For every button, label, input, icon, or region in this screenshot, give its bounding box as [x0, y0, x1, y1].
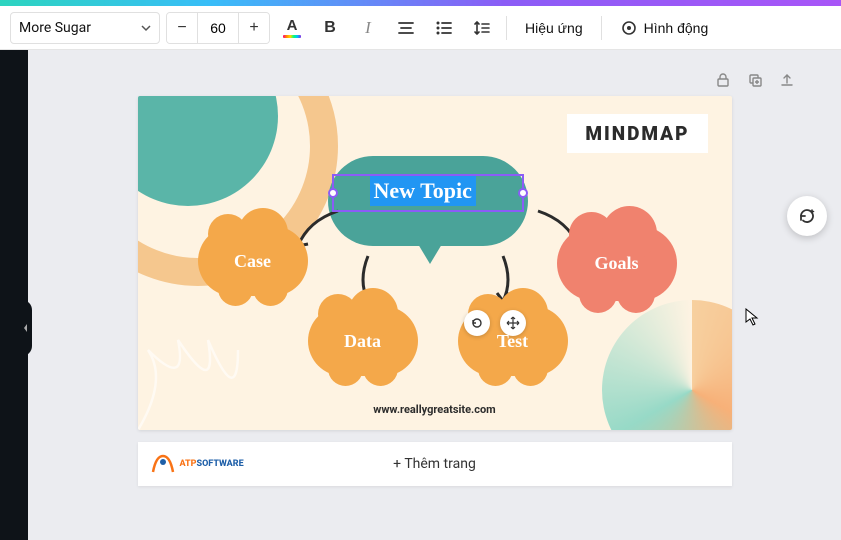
node-case[interactable]: Case	[198, 226, 308, 296]
animate-icon	[620, 19, 638, 37]
selection-handle-left[interactable]	[328, 188, 338, 198]
font-size-group: − +	[166, 12, 270, 44]
logo-icon	[148, 452, 178, 476]
add-page-button[interactable]: ATPSOFTWARE + Thêm trang	[138, 442, 732, 486]
topic-text[interactable]: New Topic	[370, 176, 476, 206]
canvas-area: MINDMAP Case	[28, 50, 841, 540]
watermark-logo: ATPSOFTWARE	[148, 452, 244, 476]
spacing-button[interactable]	[466, 12, 498, 44]
duplicate-icon	[747, 72, 763, 88]
upload-icon	[779, 72, 795, 88]
line-spacing-icon	[473, 19, 491, 37]
node-goals[interactable]: Goals	[557, 226, 677, 301]
workspace: MINDMAP Case	[0, 50, 841, 540]
bold-button[interactable]: B	[314, 12, 346, 44]
mindmap-title: MINDMAP	[567, 114, 707, 153]
font-family-value: More Sugar	[19, 20, 91, 36]
font-size-input[interactable]	[197, 13, 239, 43]
font-size-decrease-button[interactable]: −	[167, 13, 197, 43]
export-button[interactable]	[777, 70, 797, 90]
rotate-handle[interactable]	[464, 310, 490, 336]
text-align-button[interactable]	[390, 12, 422, 44]
regenerate-button[interactable]	[787, 196, 827, 236]
font-family-selector[interactable]: More Sugar	[10, 12, 160, 44]
footer-url: www.reallygreatsite.com	[138, 403, 732, 416]
bullet-list-icon	[435, 19, 453, 37]
left-rail	[0, 50, 28, 540]
chevron-down-icon	[141, 23, 151, 33]
canvas-controls	[68, 70, 801, 90]
align-center-icon	[397, 19, 415, 37]
text-color-button[interactable]: A	[276, 12, 308, 44]
cursor-icon	[745, 308, 759, 326]
animate-button[interactable]: Hình động	[610, 12, 719, 44]
lock-icon	[715, 72, 731, 88]
selection-handle-right[interactable]	[518, 188, 528, 198]
effects-button[interactable]: Hiệu ứng	[515, 12, 593, 44]
rotate-icon	[470, 316, 484, 330]
list-button[interactable]	[428, 12, 460, 44]
move-icon	[506, 316, 520, 330]
add-page-label: + Thêm trang	[393, 456, 476, 472]
refresh-plus-icon	[797, 206, 817, 226]
duplicate-button[interactable]	[745, 70, 765, 90]
italic-button[interactable]: I	[352, 12, 384, 44]
lock-button[interactable]	[713, 70, 733, 90]
slide-canvas[interactable]: MINDMAP Case	[138, 96, 732, 430]
toolbar: More Sugar − + A B I Hiệu ứng Hình động	[0, 6, 841, 50]
text-color-icon: A	[287, 18, 298, 33]
font-size-increase-button[interactable]: +	[239, 13, 269, 43]
node-data[interactable]: Data	[308, 306, 418, 376]
